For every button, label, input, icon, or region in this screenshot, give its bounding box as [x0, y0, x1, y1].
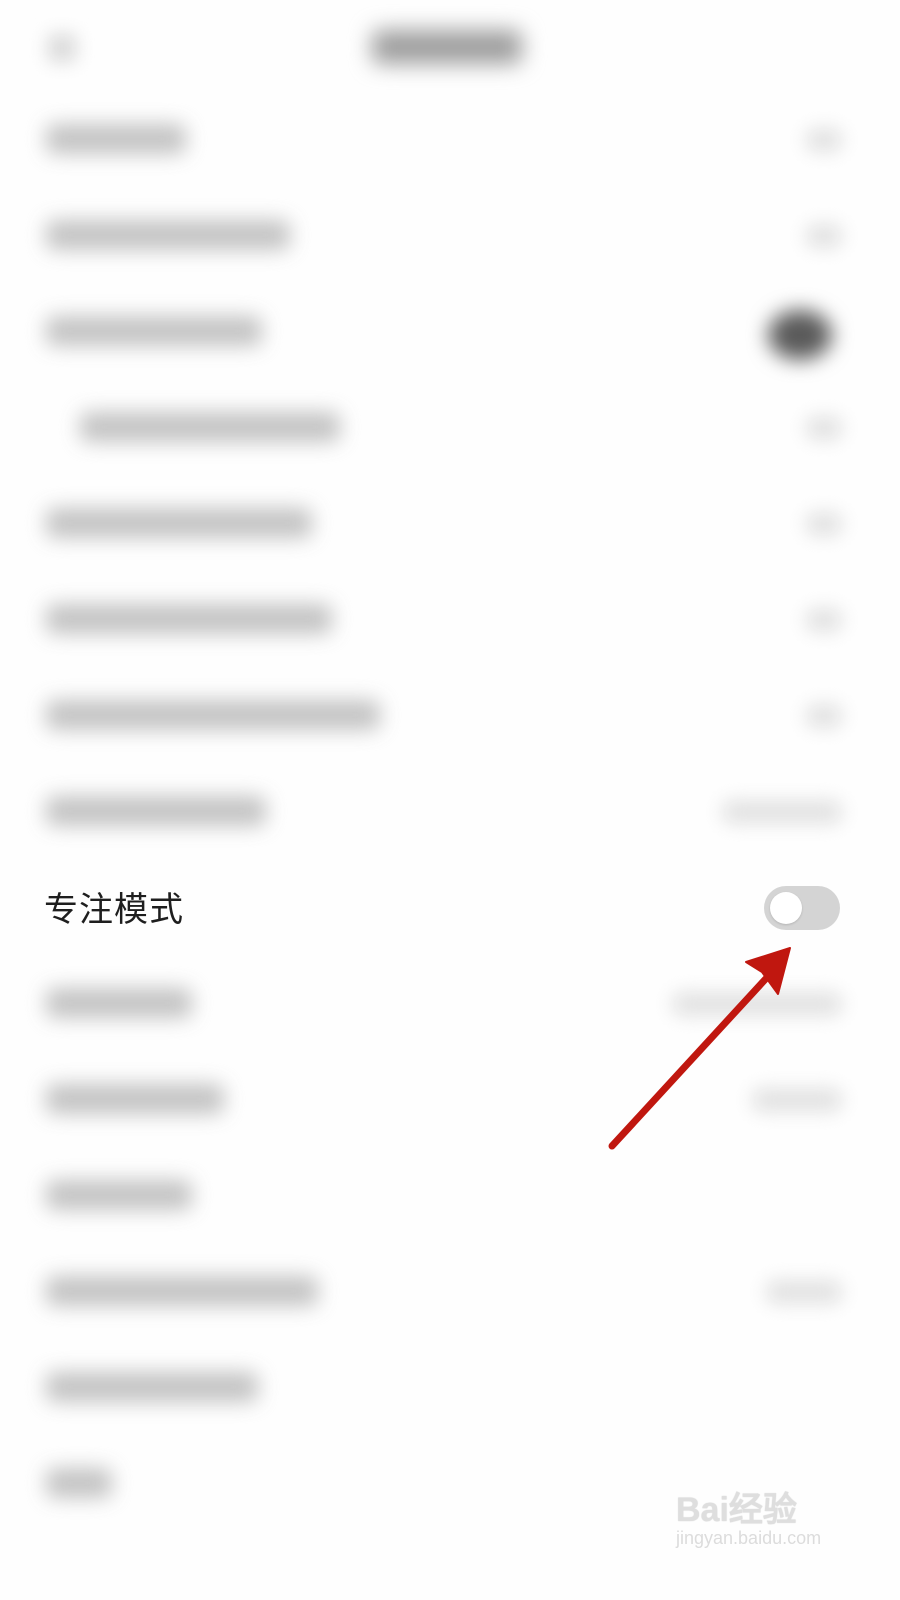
settings-row-blurred[interactable] — [0, 1342, 900, 1438]
settings-row-blurred[interactable] — [0, 94, 900, 190]
header — [0, 0, 900, 96]
settings-row-blurred[interactable] — [0, 574, 900, 670]
row-label-blurred — [46, 316, 262, 346]
back-icon[interactable] — [48, 34, 76, 62]
row-value-blurred — [766, 1280, 842, 1304]
row-label-blurred — [46, 1372, 258, 1402]
settings-row-blurred[interactable] — [0, 478, 900, 574]
focus-mode-label: 专注模式 — [44, 890, 184, 930]
row-label-blurred — [46, 1468, 112, 1498]
chevron-right-icon — [806, 416, 842, 440]
row-label-blurred — [46, 124, 186, 154]
row-label-blurred — [80, 412, 340, 442]
chevron-right-icon — [806, 224, 842, 248]
settings-row-blurred[interactable] — [0, 670, 900, 766]
row-value-blurred — [752, 1088, 842, 1112]
avatar — [768, 310, 832, 360]
row-label-blurred — [46, 1180, 192, 1210]
settings-row-blurred[interactable] — [0, 1150, 900, 1246]
focus-mode-toggle[interactable] — [764, 886, 840, 930]
settings-row-blurred[interactable] — [0, 1246, 900, 1342]
row-label-blurred — [46, 508, 312, 538]
page-title-blurred — [372, 30, 522, 64]
chevron-right-icon — [806, 128, 842, 152]
settings-row-blurred[interactable] — [0, 382, 900, 478]
row-label-blurred — [46, 796, 266, 826]
row-label-blurred — [46, 1084, 224, 1114]
baidu-jingyan-watermark: Bai经验 jingyan.baidu.com — [676, 1474, 856, 1564]
chevron-right-icon — [806, 608, 842, 632]
row-label-blurred — [46, 1276, 318, 1306]
chevron-right-icon — [806, 512, 842, 536]
toggle-switch-blurred[interactable] — [722, 800, 842, 824]
row-label-blurred — [46, 604, 332, 634]
settings-row-blurred[interactable] — [0, 190, 900, 286]
settings-row-blurred[interactable] — [0, 1054, 900, 1150]
row-value-blurred — [672, 992, 842, 1016]
watermark-brand: Bai经验 — [676, 1491, 797, 1529]
settings-screen: 专注模式 Bai经验 jingyan.baidu.com — [0, 0, 900, 1600]
settings-row-blurred[interactable] — [0, 286, 900, 382]
row-label-blurred — [46, 700, 380, 730]
row-label-blurred — [46, 988, 192, 1018]
settings-row-blurred[interactable] — [0, 958, 900, 1054]
settings-row-focus-mode[interactable]: 专注模式 — [0, 862, 900, 958]
toggle-knob — [770, 892, 802, 924]
chevron-right-icon — [806, 704, 842, 728]
settings-row-blurred[interactable] — [0, 766, 900, 862]
row-label-blurred — [46, 220, 290, 250]
watermark-url: jingyan.baidu.com — [676, 1528, 822, 1548]
